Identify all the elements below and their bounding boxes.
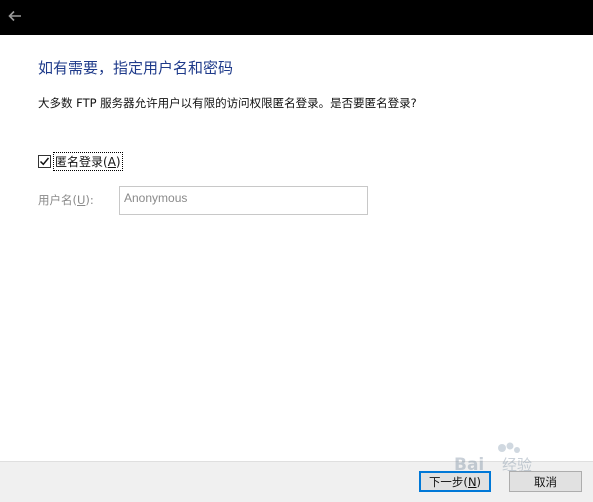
username-label-prefix: 用户名(: [38, 193, 77, 207]
title-bar: [0, 0, 593, 35]
username-input[interactable]: Anonymous: [119, 186, 368, 215]
anonymous-label-suffix: ): [115, 154, 121, 169]
next-button[interactable]: 下一步(N): [419, 471, 491, 492]
anonymous-label-access-key: A: [107, 154, 116, 169]
anonymous-label-prefix: 匿名登录(: [55, 154, 108, 169]
username-label: 用户名(U):: [38, 192, 94, 208]
page-title: 如有需要，指定用户名和密码: [38, 59, 234, 77]
arrow-left-icon: [8, 10, 21, 22]
username-label-suffix: ):: [85, 193, 94, 207]
next-label-suffix: ): [476, 474, 482, 489]
anonymous-login-checkbox-row[interactable]: 匿名登录(A): [38, 151, 123, 171]
cancel-button[interactable]: 取消: [509, 471, 582, 492]
description-text: 大多数 FTP 服务器允许用户以有限的访问权限匿名登录。是否要匿名登录?: [38, 96, 417, 110]
next-label-access-key: N: [467, 474, 477, 489]
back-button[interactable]: [4, 5, 26, 27]
anonymous-login-label[interactable]: 匿名登录(A): [53, 151, 123, 171]
anonymous-login-checkbox[interactable]: [38, 154, 51, 168]
next-label-prefix: 下一步(: [428, 474, 468, 489]
checkmark-icon: [39, 157, 50, 165]
